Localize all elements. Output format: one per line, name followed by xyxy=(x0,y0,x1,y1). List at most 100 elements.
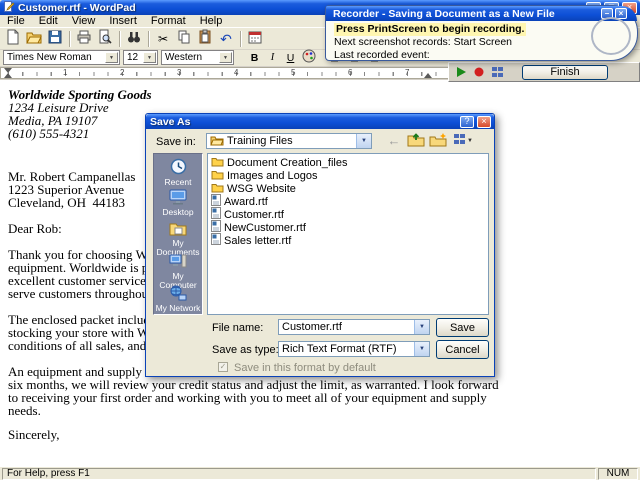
font-script-combo[interactable]: Western ▼ xyxy=(161,50,234,65)
menu-view[interactable]: View xyxy=(65,15,103,28)
folder-up-icon xyxy=(407,132,425,150)
menu-insert[interactable]: Insert xyxy=(102,15,144,28)
save-as-dialog: Save As ? × Save in: Training Files ▼ ← … xyxy=(145,113,495,377)
menu-file[interactable]: File xyxy=(0,15,32,28)
help-button[interactable]: ? xyxy=(460,115,474,128)
left-indent-marker[interactable] xyxy=(4,73,12,78)
cut-button[interactable]: ✂ xyxy=(153,29,173,49)
underline-button[interactable]: U xyxy=(282,50,299,65)
date-time-button[interactable] xyxy=(245,29,265,49)
menu-edit[interactable]: Edit xyxy=(32,15,65,28)
open-button[interactable] xyxy=(24,29,44,49)
paste-button[interactable] xyxy=(195,29,215,49)
up-one-level-button[interactable] xyxy=(406,131,426,150)
place-my-computer[interactable]: My Computer xyxy=(154,251,202,289)
file-name-input[interactable]: Customer.rtf ▼ xyxy=(278,319,430,335)
italic-button[interactable]: I xyxy=(264,50,281,65)
chevron-down-icon[interactable]: ▼ xyxy=(143,52,156,63)
file-name: Award.rtf xyxy=(224,195,268,208)
recorder-instruction-text: Press PrintScreen to begin recording. xyxy=(334,23,527,36)
save-button[interactable]: Save xyxy=(436,318,489,337)
file-name: WSG Website xyxy=(227,182,296,195)
new-button[interactable] xyxy=(3,29,23,49)
chevron-down-icon[interactable]: ▼ xyxy=(356,134,371,148)
save-as-type-combo[interactable]: Rich Text Format (RTF) ▼ xyxy=(278,341,430,357)
place-my-documents[interactable]: My Documents xyxy=(154,219,202,256)
print-preview-button[interactable] xyxy=(95,29,115,49)
print-preview-icon xyxy=(97,29,113,48)
font-size-combo[interactable]: 12 ▼ xyxy=(123,50,158,65)
menu-format[interactable]: Format xyxy=(144,15,193,28)
dialog-close-button[interactable]: × xyxy=(477,115,491,128)
new-folder-button[interactable] xyxy=(428,131,448,150)
ruler-number: 6 xyxy=(348,68,353,77)
undo-button[interactable]: ↶ xyxy=(216,29,236,49)
ruler-number: 4 xyxy=(234,68,239,77)
chevron-down-icon[interactable]: ▼ xyxy=(219,52,232,63)
file-name: Document Creation_files xyxy=(227,156,348,169)
list-item-folder[interactable]: WSG Website xyxy=(208,182,488,195)
record-icon[interactable] xyxy=(472,65,486,79)
computer-icon xyxy=(169,253,187,271)
undo-icon: ↶ xyxy=(220,30,232,47)
right-indent-marker[interactable] xyxy=(424,73,432,78)
color-palette-icon xyxy=(302,49,316,66)
recipient-line: Cleveland, OH 44183 xyxy=(8,195,125,210)
save-toolbar-button[interactable] xyxy=(45,29,65,49)
menu-help[interactable]: Help xyxy=(193,15,230,28)
date-time-icon xyxy=(247,29,263,48)
status-num-lock: NUM xyxy=(598,467,638,480)
recorder-title: Recorder - Saving a Document as a New Fi… xyxy=(333,7,555,20)
default-format-checkbox[interactable]: ✓ xyxy=(218,362,228,372)
place-recent[interactable]: Recent xyxy=(154,156,202,187)
save-as-title: Save As xyxy=(150,115,191,128)
find-button[interactable] xyxy=(124,29,144,49)
views-button[interactable]: ▼ xyxy=(450,131,476,150)
font-family-combo[interactable]: Times New Roman ▼ xyxy=(3,50,120,65)
chevron-down-icon[interactable]: ▼ xyxy=(105,52,118,63)
list-item-file[interactable]: Award.rtf xyxy=(208,194,488,208)
new-document-icon xyxy=(5,29,21,48)
network-globe-icon xyxy=(169,285,187,303)
find-binoculars-icon xyxy=(126,29,142,48)
file-name-label: File name: xyxy=(212,322,264,334)
font-size-value: 12 xyxy=(127,52,139,63)
chevron-down-icon[interactable]: ▼ xyxy=(414,320,429,334)
ruler-number: 5 xyxy=(291,68,296,77)
file-list[interactable]: Document Creation_files Images and Logos… xyxy=(207,153,489,315)
rtf-document-icon xyxy=(211,233,221,248)
place-my-network[interactable]: My Network xyxy=(154,283,202,314)
file-name: NewCustomer.rtf xyxy=(224,221,306,234)
list-item-folder[interactable]: Document Creation_files xyxy=(208,156,488,169)
recorder-title-bar[interactable]: Recorder - Saving a Document as a New Fi… xyxy=(326,6,637,21)
toolbar-separator xyxy=(69,30,70,47)
save-in-label: Save in: xyxy=(156,136,196,148)
screen-list-icon[interactable] xyxy=(490,65,504,79)
font-script-value: Western xyxy=(165,52,203,63)
copy-button[interactable] xyxy=(174,29,194,49)
desktop-icon xyxy=(169,189,187,207)
views-grid-icon xyxy=(453,133,466,148)
ruler-ticks xyxy=(8,72,438,76)
cancel-button[interactable]: Cancel xyxy=(436,340,489,359)
back-button[interactable]: ← xyxy=(384,131,404,150)
start-recording-icon[interactable] xyxy=(454,65,468,79)
chevron-down-icon: ▼ xyxy=(467,137,473,144)
list-item-file[interactable]: NewCustomer.rtf xyxy=(208,220,488,234)
list-item-file[interactable]: Customer.rtf xyxy=(208,207,488,221)
recorder-last-event-text: Last recorded event: xyxy=(334,49,430,61)
save-in-combo[interactable]: Training Files ▼ xyxy=(206,133,372,149)
list-item-folder[interactable]: Images and Logos xyxy=(208,169,488,182)
salutation-line: Dear Rob: xyxy=(8,221,62,236)
file-name-value: Customer.rtf xyxy=(282,321,342,333)
chevron-down-icon[interactable]: ▼ xyxy=(414,342,429,356)
finish-button[interactable]: Finish xyxy=(522,64,608,80)
place-desktop[interactable]: Desktop xyxy=(154,187,202,218)
font-color-button[interactable] xyxy=(300,49,317,66)
status-help-text: For Help, press F1 xyxy=(2,467,596,480)
print-button[interactable] xyxy=(74,29,94,49)
bold-button[interactable]: B xyxy=(246,50,263,65)
copy-icon xyxy=(176,29,192,48)
list-item-file[interactable]: Sales letter.rtf xyxy=(208,233,488,248)
save-as-title-bar[interactable]: Save As ? × xyxy=(146,114,494,129)
